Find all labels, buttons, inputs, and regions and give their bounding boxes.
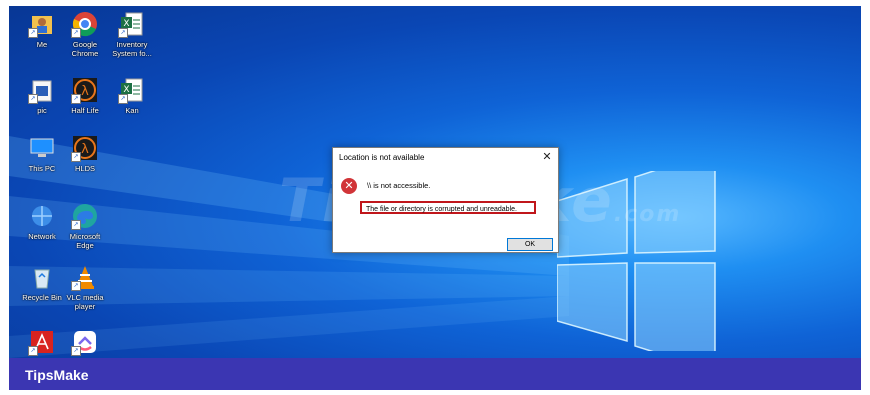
desktop-icon-label: Half Life	[71, 106, 99, 115]
desktop-icon-label: VLC media player	[66, 293, 104, 311]
desktop-icon[interactable]: X ↗ Inventory System fo...	[107, 10, 157, 58]
folder-icon: ↗	[28, 76, 56, 104]
desktop-icon-label: Kan	[125, 106, 139, 115]
shortcut-arrow-icon: ↗	[28, 346, 38, 356]
dialog-message: \\ is not accessible.	[367, 181, 431, 190]
shortcut-arrow-icon: ↗	[71, 220, 81, 230]
dialog-title: Location is not available	[339, 153, 425, 162]
shortcut-arrow-icon: ↗	[28, 94, 38, 104]
desktop-icon[interactable]: ↗ Microsoft Edge	[60, 202, 110, 250]
shortcut-arrow-icon: ↗	[118, 28, 128, 38]
error-dialog: Location is not available ✕ ✕ \\ is not …	[332, 147, 559, 253]
desktop-icon[interactable]: ↗ VLC media player	[60, 263, 110, 311]
svg-text:λ: λ	[81, 142, 89, 157]
excel-file-icon: X ↗	[118, 76, 146, 104]
chrome-icon: ↗	[71, 10, 99, 38]
svg-text:λ: λ	[81, 84, 89, 99]
desktop-icon[interactable]: X ↗ Kan	[107, 76, 157, 115]
edge-icon: ↗	[71, 202, 99, 230]
desktop-icon-label: HLDS	[74, 164, 95, 173]
desktop-icon[interactable]: ↗	[60, 328, 110, 358]
user-folder-icon: ↗	[28, 10, 56, 38]
recycle-bin-icon	[28, 263, 56, 291]
desktop-icon-label: Google Chrome	[71, 40, 99, 58]
computer-icon	[28, 134, 56, 162]
shortcut-arrow-icon: ↗	[71, 152, 81, 162]
desktop: TipsMake.com ↗Me↗Google ChromeX↗Inventor…	[9, 6, 861, 358]
half-life-icon: λ ↗	[71, 134, 99, 162]
desktop-icon-label: Inventory System fo...	[112, 40, 152, 58]
acrobat-icon: ↗	[28, 328, 56, 356]
desktop-icon-label: Microsoft Edge	[69, 232, 101, 250]
brand-footer: TipsMake	[9, 358, 861, 390]
watermark-domain: .com	[613, 202, 682, 227]
ok-button[interactable]: OK	[507, 238, 553, 251]
desktop-icon[interactable]: λ ↗ Half Life	[60, 76, 110, 115]
desktop-icon[interactable]: ↗ Google Chrome	[60, 10, 110, 58]
dialog-body: ✕ \\ is not accessible. The file or dire…	[333, 168, 558, 252]
network-icon	[28, 202, 56, 230]
vlc-icon: ↗	[71, 263, 99, 291]
excel-file-icon: X ↗	[118, 10, 146, 38]
dialog-title-bar: Location is not available ✕	[333, 148, 558, 168]
shortcut-arrow-icon: ↗	[118, 94, 128, 104]
shortcut-arrow-icon: ↗	[71, 94, 81, 104]
clickup-icon: ↗	[71, 328, 99, 356]
shortcut-arrow-icon: ↗	[71, 28, 81, 38]
shortcut-arrow-icon: ↗	[28, 28, 38, 38]
close-icon[interactable]: ✕	[540, 150, 554, 164]
footer-brand: TipsMake	[25, 367, 89, 383]
dialog-detail-highlighted: The file or directory is corrupted and u…	[360, 201, 536, 214]
shortcut-arrow-icon: ↗	[71, 281, 81, 291]
shortcut-arrow-icon: ↗	[71, 346, 81, 356]
error-icon: ✕	[341, 178, 357, 194]
desktop-icon[interactable]: λ ↗ HLDS	[60, 134, 110, 173]
half-life-icon: λ ↗	[71, 76, 99, 104]
screenshot-frame: TipsMake.com ↗Me↗Google ChromeX↗Inventor…	[9, 6, 861, 390]
